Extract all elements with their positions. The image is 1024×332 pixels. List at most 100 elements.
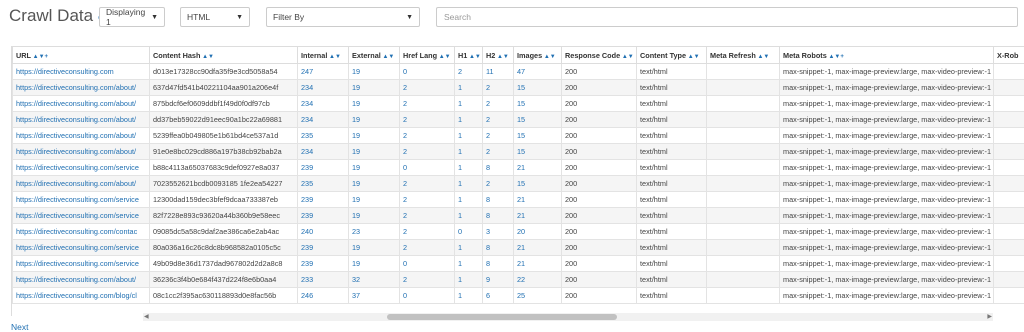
table-row[interactable]: https://directiveconsulting.com/about/dd… xyxy=(12,111,1024,128)
table-cell xyxy=(993,239,1024,256)
table-cell: text/html xyxy=(636,271,707,288)
header-row: URL ▲▼+ Content Hash ▲▼ Internal ▲▼ Externa… xyxy=(12,46,1024,64)
scroll-right-icon[interactable]: ▶ xyxy=(987,313,992,321)
url-link[interactable]: https://directiveconsulting.com xyxy=(12,63,150,80)
column-header[interactable]: URL ▲▼+ xyxy=(12,46,150,64)
column-header[interactable]: X-Rob xyxy=(993,46,1024,64)
table-cell: 2 xyxy=(482,127,514,144)
table-row[interactable]: https://directiveconsulting.com/service 8… xyxy=(12,239,1024,256)
url-link[interactable]: https://directiveconsulting.com/blog/cl xyxy=(12,287,150,304)
table-row[interactable]: https://directiveconsulting.com/service 8… xyxy=(12,207,1024,224)
column-header[interactable]: Meta Robots ▲▼+ xyxy=(779,46,994,64)
table-cell: 47 xyxy=(513,63,562,80)
url-link[interactable]: https://directiveconsulting.com/service xyxy=(12,239,150,256)
url-link[interactable]: https://directiveconsulting.com/about/ xyxy=(12,79,150,96)
table-cell: 1 xyxy=(454,255,483,272)
column-header[interactable]: Meta Refresh ▲▼ xyxy=(706,46,780,64)
column-header[interactable]: Response Code ▲▼ xyxy=(561,46,637,64)
crawl-data-table-container[interactable]: URL ▲▼+ Content Hash ▲▼ Internal ▲▼ Externa… xyxy=(11,46,1024,316)
sort-icon[interactable]: ▲▼ xyxy=(437,54,451,60)
table-row[interactable]: https://directiveconsulting.com/about/70… xyxy=(12,175,1024,192)
table-row[interactable]: https://directiveconsulting.com/about/36… xyxy=(12,271,1024,288)
chevron-down-icon: ▼ xyxy=(406,13,413,21)
table-cell: 19 xyxy=(348,63,400,80)
table-cell: 15 xyxy=(513,111,562,128)
column-header-label: Href Lang xyxy=(403,50,438,60)
table-cell: 21 xyxy=(513,239,562,256)
url-link[interactable]: https://directiveconsulting.com/about/ xyxy=(12,111,150,128)
url-link[interactable]: https://directiveconsulting.com/service xyxy=(12,191,150,208)
sort-icon[interactable]: ▲▼ xyxy=(495,54,509,60)
displaying-select[interactable]: Displaying 1 ▼ xyxy=(99,7,165,27)
column-header[interactable]: H2 ▲▼ xyxy=(482,46,514,64)
sort-icon[interactable]: ▲▼ xyxy=(620,54,634,60)
scroll-left-icon[interactable]: ◀ xyxy=(144,313,149,321)
horizontal-scrollbar[interactable]: ◀ ▶ xyxy=(143,313,993,321)
table-row[interactable]: https://directiveconsulting.com/service b… xyxy=(12,159,1024,176)
filter-by-select[interactable]: Filter By ▼ xyxy=(266,7,420,27)
table-row[interactable]: https://directiveconsulting.com/service 1… xyxy=(12,191,1024,208)
table-cell: max-snippet:-1, max-image-preview:large,… xyxy=(779,271,994,288)
table-cell: 22 xyxy=(513,271,562,288)
table-cell: 8 xyxy=(482,207,514,224)
table-body: https://directiveconsulting.com d013e1732… xyxy=(12,63,1024,304)
sort-icon[interactable]: ▲▼ xyxy=(200,54,214,60)
table-cell: 239 xyxy=(297,191,349,208)
column-header[interactable]: Href Lang ▲▼ xyxy=(399,46,455,64)
table-cell: max-snippet:-1, max-image-preview:large,… xyxy=(779,287,994,304)
sort-icon[interactable]: ▲▼ xyxy=(327,54,341,60)
table-row[interactable]: https://directiveconsulting.com d013e1732… xyxy=(12,63,1024,80)
table-row[interactable]: https://directiveconsulting.com/blog/cl 0… xyxy=(12,287,1024,304)
table-cell: 8 xyxy=(482,191,514,208)
table-cell xyxy=(993,223,1024,240)
sort-icon[interactable]: ▲▼ xyxy=(542,54,556,60)
table-cell xyxy=(993,111,1024,128)
column-header[interactable]: Internal ▲▼ xyxy=(297,46,349,64)
url-link[interactable]: https://directiveconsulting.com/service xyxy=(12,207,150,224)
column-header[interactable]: External ▲▼ xyxy=(348,46,400,64)
table-cell: 200 xyxy=(561,127,637,144)
table-row[interactable]: https://directiveconsulting.com/about/87… xyxy=(12,95,1024,112)
url-link[interactable]: https://directiveconsulting.com/about/ xyxy=(12,127,150,144)
url-link[interactable]: https://directiveconsulting.com/contac xyxy=(12,223,150,240)
chevron-down-icon: ▼ xyxy=(151,13,158,21)
url-link[interactable]: https://directiveconsulting.com/service xyxy=(12,159,150,176)
table-row[interactable]: https://directiveconsulting.com/contac 09… xyxy=(12,223,1024,240)
sort-icon[interactable]: ▲▼ xyxy=(381,54,394,60)
table-cell: text/html xyxy=(636,143,707,160)
search-input[interactable]: Search xyxy=(436,7,1018,27)
table-row[interactable]: https://directiveconsulting.com/about/63… xyxy=(12,79,1024,96)
sort-icon[interactable]: ▲▼ xyxy=(756,54,769,60)
url-link[interactable]: https://directiveconsulting.com/about/ xyxy=(12,95,150,112)
table-cell: 200 xyxy=(561,239,637,256)
content-type-select[interactable]: HTML ▼ xyxy=(180,7,250,27)
table-cell: 19 xyxy=(348,111,400,128)
next-page-link[interactable]: Next xyxy=(11,322,28,332)
table-cell xyxy=(993,63,1024,80)
table-cell xyxy=(993,79,1024,96)
table-cell: 8 xyxy=(482,159,514,176)
table-row[interactable]: https://directiveconsulting.com/service 4… xyxy=(12,255,1024,272)
column-header-label: Meta Robots xyxy=(783,50,827,60)
sort-icon[interactable]: ▲▼ xyxy=(686,54,700,60)
table-header: URL ▲▼+ Content Hash ▲▼ Internal ▲▼ Externa… xyxy=(12,46,1024,64)
crawl-data-header: Crawl Data Displaying 1 ▼ HTML ▼ Filter … xyxy=(0,0,1024,36)
url-link[interactable]: https://directiveconsulting.com/about/ xyxy=(12,143,150,160)
table-cell xyxy=(706,239,780,256)
column-header[interactable]: Images ▲▼ xyxy=(513,46,562,64)
table-row[interactable]: https://directiveconsulting.com/about/52… xyxy=(12,127,1024,144)
table-row[interactable]: https://directiveconsulting.com/about/91… xyxy=(12,143,1024,160)
column-header[interactable]: H1 ▲▼ xyxy=(454,46,483,64)
table-cell xyxy=(993,191,1024,208)
url-link[interactable]: https://directiveconsulting.com/about/ xyxy=(12,271,150,288)
url-link[interactable]: https://directiveconsulting.com/about/ xyxy=(12,175,150,192)
sort-icon[interactable]: ▲▼+ xyxy=(31,54,48,60)
column-header[interactable]: Content Type ▲▼ xyxy=(636,46,707,64)
table-cell: 1 xyxy=(454,175,483,192)
scrollbar-thumb[interactable] xyxy=(387,314,617,320)
sort-icon[interactable]: ▲▼ xyxy=(467,54,481,60)
table-cell: 0 xyxy=(399,255,455,272)
url-link[interactable]: https://directiveconsulting.com/service xyxy=(12,255,150,272)
column-header[interactable]: Content Hash ▲▼ xyxy=(149,46,298,64)
sort-icon[interactable]: ▲▼+ xyxy=(827,54,843,60)
